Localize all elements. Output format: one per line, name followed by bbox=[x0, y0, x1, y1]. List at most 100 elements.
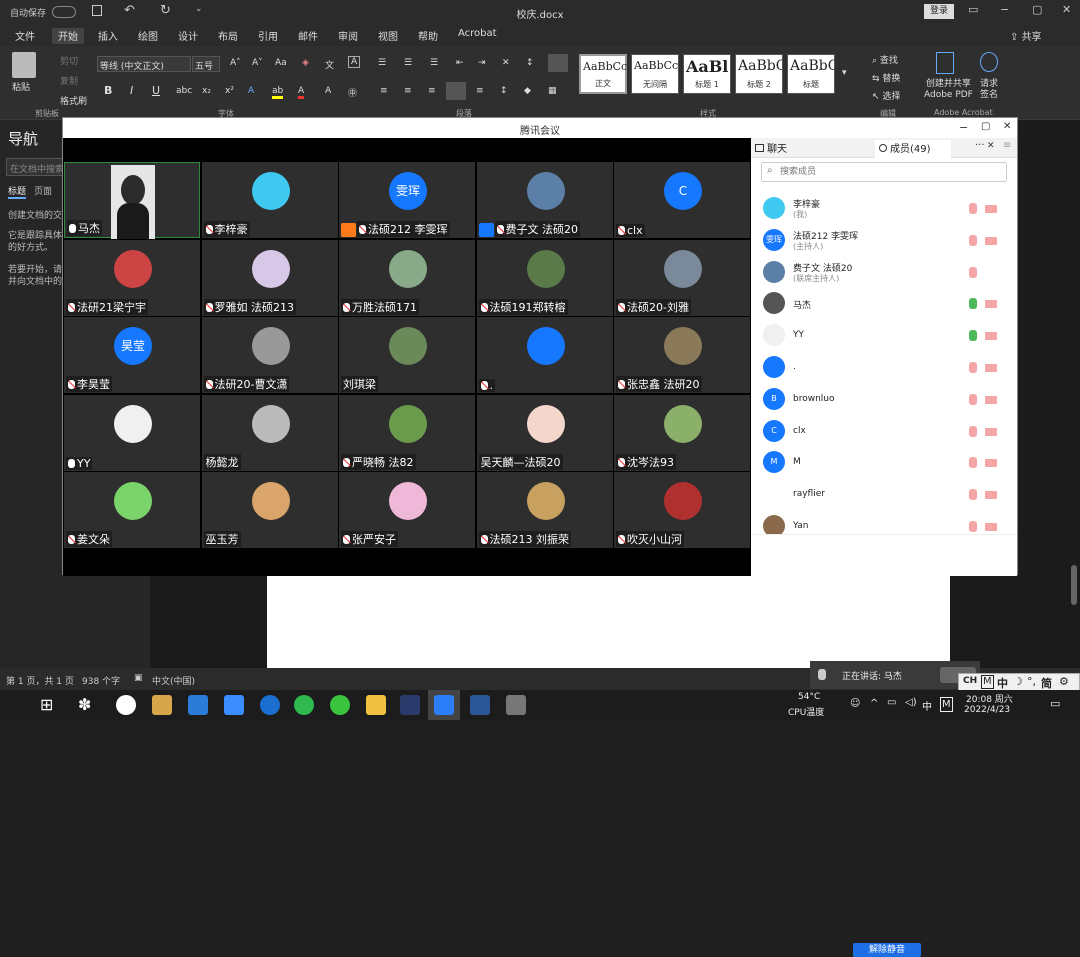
underline-icon[interactable]: U bbox=[152, 84, 160, 97]
distributed-icon[interactable]: ≡ bbox=[476, 86, 484, 96]
clock-date[interactable]: 2022/4/23 bbox=[964, 705, 1010, 715]
align-center-icon[interactable]: ≡ bbox=[404, 86, 412, 96]
subscript-icon[interactable]: x₂ bbox=[202, 86, 211, 96]
select-button[interactable]: ↖ 选择 bbox=[872, 89, 900, 102]
notification-icon[interactable]: ▭ bbox=[1050, 697, 1060, 710]
ime-m-button[interactable]: M bbox=[981, 675, 994, 689]
member-video-off-icon[interactable] bbox=[985, 395, 997, 404]
meeting-close-icon[interactable]: ✕ bbox=[1003, 121, 1011, 132]
enclose-char-icon[interactable]: ㊥ bbox=[348, 86, 357, 99]
tab-help[interactable]: 帮助 bbox=[418, 28, 438, 44]
minimize-icon[interactable]: − bbox=[1000, 3, 1009, 16]
member-row[interactable]: Bbrownluo bbox=[761, 385, 1007, 415]
show-marks-icon[interactable] bbox=[548, 54, 568, 72]
style-no-spacing[interactable]: AaBbCcDc 无间隔 bbox=[631, 54, 679, 94]
member-row[interactable]: 费子文 法硕20 (联席主持人) bbox=[761, 258, 1007, 288]
video-tile[interactable]: 法硕213 刘振荣 bbox=[476, 472, 613, 548]
panel-close-icon[interactable]: ✕ bbox=[987, 141, 995, 151]
member-row[interactable]: rayflier bbox=[761, 480, 1007, 510]
tab-design[interactable]: 设计 bbox=[178, 28, 198, 44]
member-row[interactable]: YY bbox=[761, 321, 1007, 351]
nav-tab-pages[interactable]: 页面 bbox=[34, 184, 52, 197]
request-sign-icon[interactable] bbox=[980, 52, 998, 72]
video-tile[interactable]: . bbox=[476, 317, 613, 393]
char-shading-icon[interactable]: A bbox=[325, 86, 331, 96]
video-tile[interactable]: 姜文朵 bbox=[64, 472, 200, 548]
store-icon[interactable] bbox=[152, 695, 172, 715]
video-tile[interactable]: 法硕191郑转榕 bbox=[476, 239, 613, 316]
tab-home[interactable]: 开始 bbox=[52, 28, 84, 44]
align-right-icon[interactable]: ≡ bbox=[428, 86, 436, 96]
member-mic-muted-icon[interactable] bbox=[969, 234, 977, 246]
video-tile[interactable]: 沈岑法93 bbox=[614, 394, 750, 471]
justify-icon[interactable] bbox=[446, 82, 466, 100]
multilevel-icon[interactable]: ☰ bbox=[430, 58, 438, 68]
style-normal[interactable]: AaBbCcDc 正文 bbox=[579, 54, 627, 94]
video-tile[interactable]: 严晓畅 法82 bbox=[339, 394, 475, 471]
video-tile[interactable]: 张严安子 bbox=[339, 472, 475, 548]
meeting-minimize-icon[interactable]: − bbox=[959, 121, 968, 134]
close-icon[interactable]: ✕ bbox=[1062, 3, 1071, 16]
tencent-meeting-icon[interactable] bbox=[434, 695, 454, 715]
video-tile[interactable]: 法研21梁宁宇 bbox=[64, 239, 200, 316]
request-sign-button[interactable]: 请求 签名 bbox=[980, 79, 998, 101]
share-button[interactable]: ⇪ 共享 bbox=[1010, 28, 1042, 44]
mail-icon[interactable] bbox=[188, 695, 208, 715]
proofing-icon[interactable]: ▣ bbox=[134, 673, 143, 683]
strikethrough-icon[interactable]: abc bbox=[176, 86, 192, 96]
tab-members[interactable]: 成员(49) bbox=[875, 140, 951, 158]
clock-time[interactable]: 20:08 周六 bbox=[966, 692, 1013, 705]
font-color-icon[interactable]: A bbox=[298, 86, 305, 99]
chinese-layout-icon[interactable]: ✕ bbox=[502, 58, 510, 68]
nav-tab-headings[interactable]: 标题 bbox=[8, 184, 27, 199]
volume-icon[interactable]: ◁) bbox=[905, 697, 917, 708]
tab-view[interactable]: 视图 bbox=[378, 28, 398, 44]
text-effects-icon[interactable]: A bbox=[248, 86, 254, 96]
member-mic-muted-icon[interactable] bbox=[969, 425, 977, 437]
sort-icon[interactable]: ↕ bbox=[526, 58, 534, 68]
member-video-off-icon[interactable] bbox=[985, 427, 997, 436]
video-tile[interactable]: 法研20-曹文潇 bbox=[201, 317, 338, 393]
tab-file[interactable]: 文件 bbox=[15, 28, 35, 44]
page-count[interactable]: 第 1 页，共 1 页 bbox=[6, 674, 74, 687]
styles-more-icon[interactable]: ▾ bbox=[842, 68, 847, 78]
member-video-off-icon[interactable] bbox=[985, 523, 997, 531]
video-tile[interactable]: 昊莹 李昊莹 bbox=[64, 317, 200, 393]
video-tile[interactable]: 马杰 bbox=[64, 162, 200, 239]
bold-icon[interactable]: B bbox=[104, 84, 112, 97]
replace-button[interactable]: ⇆ 替换 bbox=[872, 71, 900, 84]
video-tile[interactable]: YY bbox=[64, 394, 200, 471]
video-tile[interactable]: 费子文 法硕20 bbox=[476, 162, 613, 238]
member-row[interactable]: 李梓豪 (我) bbox=[761, 194, 1007, 224]
shading-icon[interactable]: ◆ bbox=[524, 86, 531, 96]
create-pdf-icon[interactable] bbox=[936, 52, 954, 74]
grow-font-icon[interactable]: A˄ bbox=[230, 58, 241, 68]
font-name-select[interactable]: 等线 (中文正文) bbox=[97, 56, 191, 72]
tab-acrobat[interactable]: Acrobat bbox=[458, 28, 497, 44]
meeting-maximize-icon[interactable]: ▢ bbox=[981, 121, 990, 132]
ime-m-indicator[interactable]: M bbox=[940, 697, 953, 712]
tab-mailings[interactable]: 邮件 bbox=[298, 28, 318, 44]
word-count[interactable]: 938 个字 bbox=[82, 674, 120, 687]
borders-icon[interactable]: ▦ bbox=[548, 86, 557, 96]
video-tile[interactable]: 吹灭小山河 bbox=[614, 472, 750, 548]
tab-insert[interactable]: 插入 bbox=[98, 28, 118, 44]
tab-references[interactable]: 引用 bbox=[258, 28, 278, 44]
word-icon[interactable] bbox=[470, 695, 490, 715]
copy-button[interactable]: 复制 bbox=[60, 74, 78, 87]
member-mic-muted-icon[interactable] bbox=[969, 266, 977, 278]
video-tile[interactable]: 雯珲 法硕212 李雯珲 bbox=[339, 162, 475, 238]
member-search-input[interactable] bbox=[780, 165, 1000, 179]
tab-chat[interactable]: 聊天 bbox=[755, 140, 787, 155]
ime-toolbar[interactable]: CH M 中 ☽ °, 简 ⚙ bbox=[958, 673, 1080, 691]
feishu-app-icon[interactable] bbox=[224, 695, 244, 715]
cut-button[interactable]: 剪切 bbox=[60, 54, 78, 67]
change-case-icon[interactable]: Aa bbox=[275, 58, 287, 68]
phonetic-icon[interactable]: 文 bbox=[325, 58, 334, 71]
video-tile[interactable]: 法硕20-刘雅 bbox=[614, 239, 750, 316]
edge-icon[interactable] bbox=[260, 695, 280, 715]
windows-start-icon[interactable]: ⊞ bbox=[40, 695, 60, 715]
printer-app-icon[interactable] bbox=[506, 695, 526, 715]
style-heading2[interactable]: AaBbC 标题 2 bbox=[735, 54, 783, 94]
video-tile[interactable]: 杨懿龙 bbox=[201, 394, 338, 471]
